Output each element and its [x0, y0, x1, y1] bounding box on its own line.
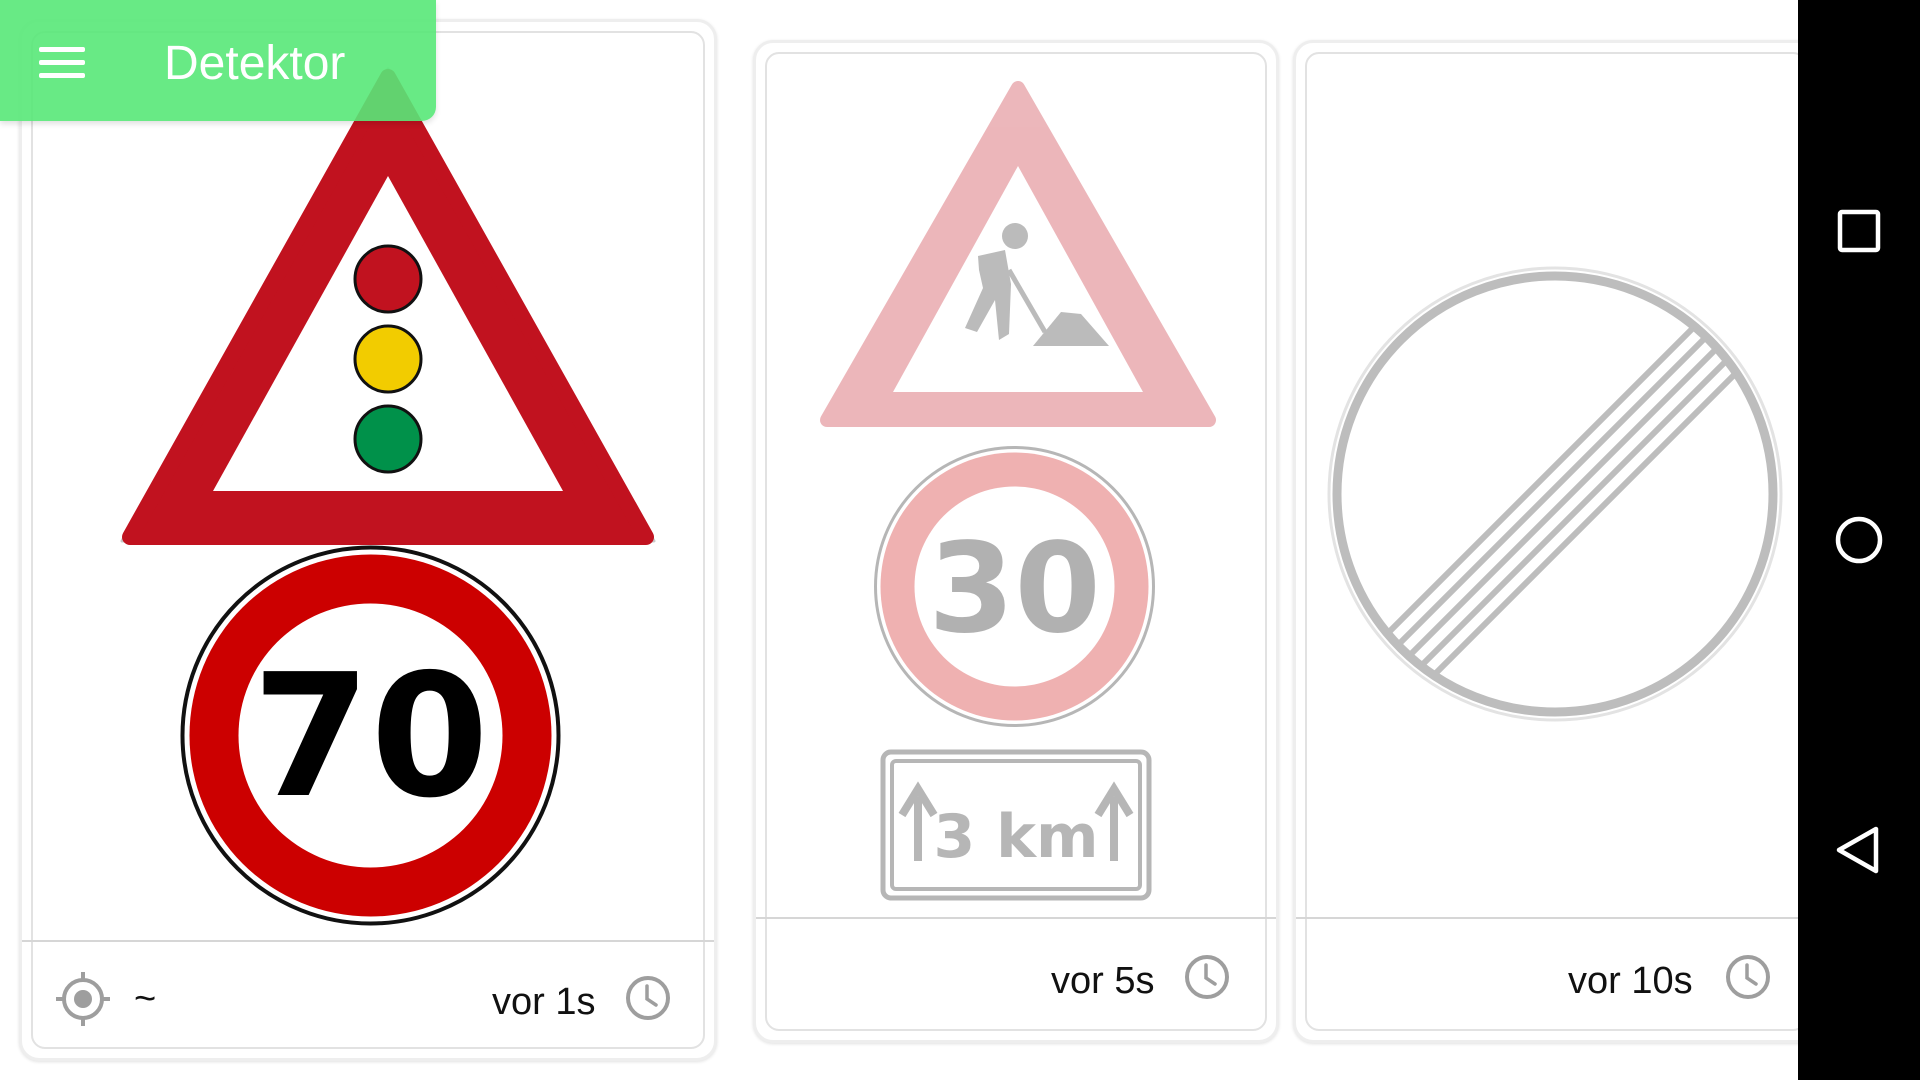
location-crosshair-icon[interactable]	[54, 970, 112, 1028]
speed-limit-value: 70	[252, 638, 489, 836]
detection-time: vor 10s	[1568, 960, 1693, 1002]
clock-icon	[1726, 955, 1770, 999]
app-title: Detektor	[164, 37, 346, 90]
home-icon[interactable]	[1831, 512, 1887, 568]
speed-limit-70-sign: 70	[180, 545, 561, 926]
card-footer-divider	[22, 940, 714, 942]
card-footer-divider	[1296, 917, 1816, 919]
speed-limit-30-sign: 30	[874, 446, 1155, 727]
road-works-sign	[820, 81, 1216, 427]
clock-icon	[626, 976, 670, 1020]
recents-icon[interactable]	[1831, 203, 1887, 259]
sign-card-3[interactable]: vor 10s	[1293, 40, 1819, 1043]
card-frame: 70	[31, 31, 705, 1049]
app-bar: Detektor	[0, 0, 436, 121]
system-navigation-bar	[1798, 0, 1920, 1080]
speed-limit-value: 30	[928, 517, 1101, 661]
card-footer-divider	[756, 917, 1276, 919]
hamburger-menu-icon[interactable]	[39, 47, 85, 79]
traffic-light-warning-sign	[120, 67, 656, 545]
clock-icon	[1185, 955, 1229, 999]
back-icon[interactable]	[1831, 822, 1887, 878]
detection-time: vor 1s	[492, 981, 596, 1023]
sign-card-2[interactable]: 30 3 km vor 5s	[753, 40, 1279, 1043]
detection-time: vor 5s	[1051, 960, 1155, 1002]
location-value: ~	[134, 978, 157, 1020]
sign-card-1[interactable]: 70 ~ vor 1s	[19, 19, 717, 1061]
card-frame: 30 3 km	[765, 52, 1267, 1031]
distance-plate-sign: 3 km	[880, 749, 1152, 901]
distance-value: 3 km	[933, 802, 1098, 872]
end-of-all-restrictions-sign	[1327, 266, 1783, 722]
card-frame	[1305, 52, 1807, 1031]
